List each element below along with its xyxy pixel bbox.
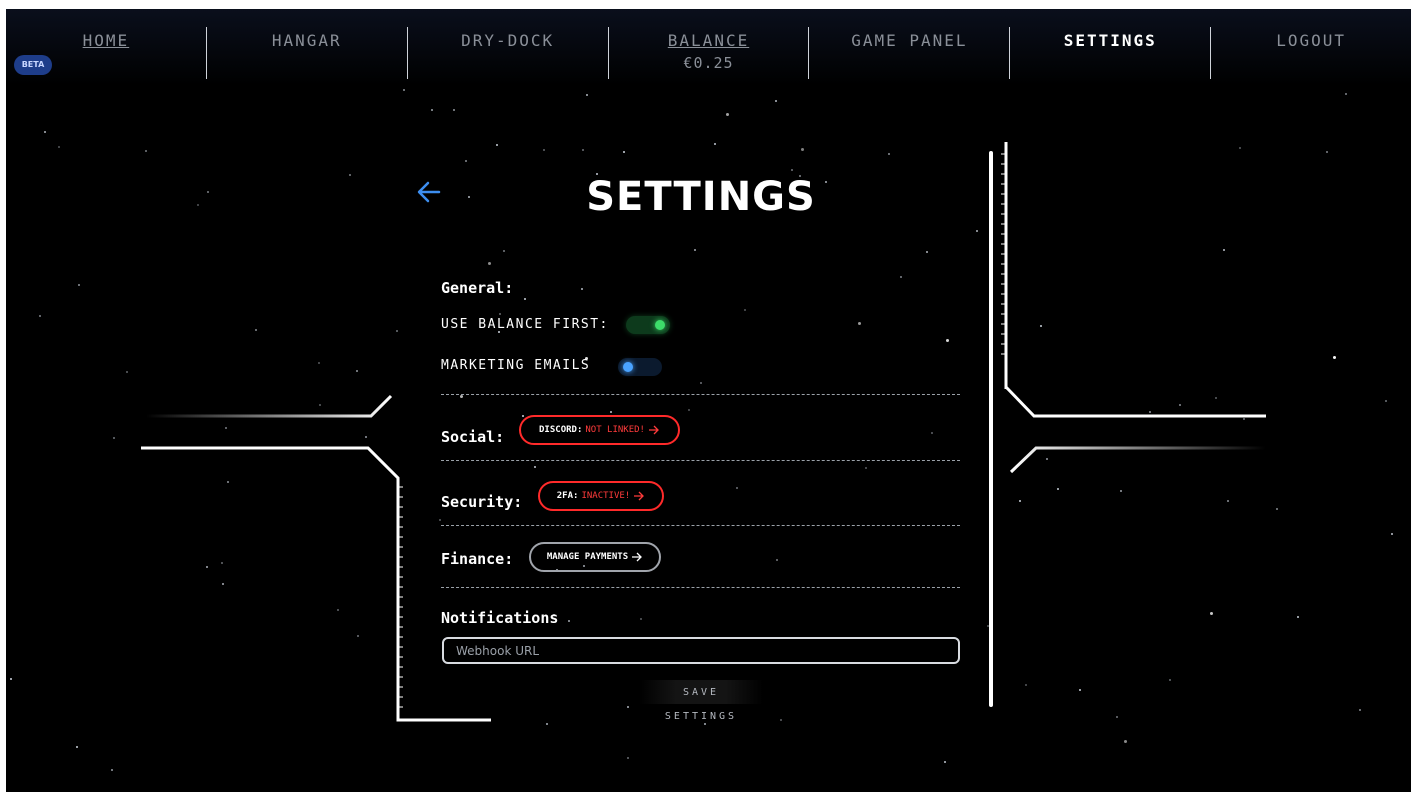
general-heading: General: — [441, 279, 514, 297]
twofa-button[interactable]: 2FA: INACTIVE! — [538, 481, 664, 511]
finance-heading: Finance: — [441, 550, 514, 568]
twofa-status: INACTIVE! — [581, 491, 631, 501]
arrow-right-icon — [634, 491, 645, 501]
app-screen: HOME HANGAR DRY-DOCK BALANCE €0.25 GAME … — [6, 9, 1411, 792]
security-heading: Security: — [441, 493, 523, 511]
divider — [441, 525, 960, 526]
toggle-knob — [623, 362, 633, 372]
notifications-heading: Notifications — [441, 609, 559, 627]
twofa-key: 2FA: — [556, 491, 579, 501]
marketing-emails-toggle[interactable] — [618, 358, 662, 376]
manage-payments-button[interactable]: MANAGE PAYMENTS — [529, 542, 661, 572]
marketing-emails-label: MARKETING EMAILS — [441, 358, 591, 373]
manage-payments-label: MANAGE PAYMENTS — [546, 552, 629, 562]
use-balance-first-toggle[interactable] — [626, 316, 670, 334]
webhook-url-input[interactable] — [442, 637, 960, 664]
divider — [441, 587, 960, 588]
social-heading: Social: — [441, 428, 505, 446]
use-balance-first-label: USE BALANCE FIRST: — [441, 317, 609, 332]
discord-status: NOT LINKED! — [585, 425, 645, 435]
toggle-knob — [655, 320, 665, 330]
back-arrow-icon[interactable] — [415, 179, 443, 205]
discord-key: DISCORD: — [539, 425, 583, 435]
discord-link-button[interactable]: DISCORD: NOT LINKED! — [519, 415, 680, 445]
save-settings-button[interactable]: SAVE SETTINGS — [639, 680, 763, 722]
arrow-right-icon — [648, 425, 659, 435]
panel-frame — [141, 140, 1266, 724]
divider — [441, 394, 960, 395]
arrow-right-icon — [632, 552, 643, 562]
divider — [441, 460, 960, 461]
page-title: SETTINGS — [586, 174, 816, 220]
